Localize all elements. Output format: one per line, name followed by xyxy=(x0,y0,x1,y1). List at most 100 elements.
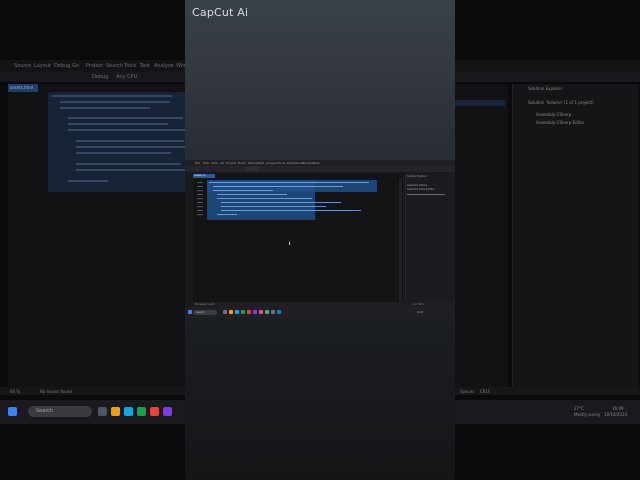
code-line xyxy=(68,123,168,125)
issues-status[interactable]: No issues found xyxy=(40,389,72,394)
menu-item[interactable]: Build xyxy=(238,161,246,165)
file-explorer-icon[interactable] xyxy=(111,407,120,416)
editor-tab[interactable]: assets.html xyxy=(8,84,38,92)
line-number xyxy=(197,182,203,183)
menu-item[interactable]: Source xyxy=(14,63,31,69)
app-icon[interactable] xyxy=(265,310,269,314)
inner-toolbar xyxy=(185,166,455,172)
menu-item[interactable]: Project xyxy=(86,63,103,69)
line-number xyxy=(197,214,203,215)
code-line xyxy=(68,180,108,182)
inner-solution-title: Solution Explorer xyxy=(407,175,427,178)
chrome-icon[interactable] xyxy=(150,407,159,416)
code-line xyxy=(52,95,172,97)
store-icon[interactable] xyxy=(137,407,146,416)
menu-item[interactable]: Edit xyxy=(203,161,209,165)
menu-item[interactable]: Help xyxy=(313,161,320,165)
menu-item[interactable]: Extensions xyxy=(287,161,303,165)
line-number xyxy=(197,210,203,211)
inner-search-placeholder: Search xyxy=(196,311,205,314)
menu-item[interactable]: Test xyxy=(258,161,264,165)
line-number xyxy=(197,206,203,207)
menu-item[interactable]: Tools xyxy=(124,63,136,69)
code-line xyxy=(217,198,312,199)
code-line xyxy=(60,101,170,103)
code-line xyxy=(221,202,341,203)
cursor-position: Ln 1 Ch 1 xyxy=(413,303,425,306)
menu-item[interactable]: Go xyxy=(72,63,79,69)
menu-item[interactable]: Debug xyxy=(54,63,70,69)
store-icon[interactable] xyxy=(241,310,245,314)
app-icon[interactable] xyxy=(271,310,275,314)
mouse-cursor xyxy=(289,242,290,245)
inner-editor-tab[interactable]: assets.cs xyxy=(193,174,215,178)
line-number xyxy=(197,198,203,199)
weather-temp[interactable]: 27°C xyxy=(574,406,584,411)
issues-status[interactable]: No issues found xyxy=(195,303,214,306)
editor-tab-label: assets.html xyxy=(10,85,34,90)
line-ending-indicator[interactable]: CRLF xyxy=(480,389,490,394)
solution-node[interactable]: Solution 'Volume' (1 of 1 project) xyxy=(528,100,594,105)
weather-desc[interactable]: Mostly sunny xyxy=(574,412,600,417)
zoom-level[interactable]: 60 % xyxy=(10,389,20,394)
menu-item[interactable]: Project xyxy=(226,161,236,165)
code-line xyxy=(76,163,181,165)
menu-item[interactable]: Search xyxy=(106,63,123,69)
task-view-icon[interactable] xyxy=(98,407,107,416)
project-node[interactable]: Assembly-CSharp-Editor xyxy=(536,120,584,125)
code-line xyxy=(76,169,188,171)
menu-item[interactable]: Tools xyxy=(278,161,285,165)
config-select[interactable]: Debug xyxy=(92,74,108,80)
code-line xyxy=(76,146,186,148)
code-line xyxy=(213,190,273,191)
taskbar-search-placeholder: Search xyxy=(36,408,54,414)
solution-explorer xyxy=(512,84,639,389)
menu-item[interactable]: Debug xyxy=(248,161,258,165)
line-number xyxy=(197,194,203,195)
platform-select[interactable]: Any CPU xyxy=(116,74,137,80)
menu-item[interactable]: Analyze xyxy=(266,161,278,165)
project-node[interactable]: Assembly-CSharp-Editor xyxy=(407,188,435,191)
visual-studio-icon[interactable] xyxy=(253,310,257,314)
code-line xyxy=(217,194,287,195)
tree-item[interactable] xyxy=(407,194,445,195)
line-number xyxy=(197,186,203,187)
spaces-indicator[interactable]: Spaces xyxy=(460,389,474,394)
file-explorer-icon[interactable] xyxy=(229,310,233,314)
app-icon[interactable] xyxy=(259,310,263,314)
inner-screen-capture: File Edit View Git Project Build Debug T… xyxy=(185,160,455,318)
code-line xyxy=(68,117,183,119)
windows-start-icon[interactable] xyxy=(188,310,192,314)
line-number xyxy=(197,190,203,191)
project-node[interactable]: Assembly-CSharp xyxy=(536,112,571,117)
code-line xyxy=(221,210,361,211)
clock-date[interactable]: 10/16/2024 xyxy=(604,412,627,417)
app-icon[interactable] xyxy=(277,310,281,314)
code-line xyxy=(68,129,186,131)
code-line xyxy=(213,186,343,187)
edge-icon[interactable] xyxy=(124,407,133,416)
solution-explorer-title: Solution Explorer xyxy=(528,86,563,91)
line-number xyxy=(197,202,203,203)
menu-item[interactable]: File xyxy=(195,161,200,165)
clock-time[interactable]: 16:09 xyxy=(612,406,624,411)
inner-editor-tab-label: assets.cs xyxy=(194,174,206,177)
code-line xyxy=(217,214,237,215)
visual-studio-icon[interactable] xyxy=(163,407,172,416)
capcut-watermark: CapCut Ai xyxy=(192,6,249,19)
menu-item[interactable]: View xyxy=(211,161,218,165)
editor-scrollbar[interactable] xyxy=(399,178,402,302)
windows-start-icon[interactable] xyxy=(8,407,17,416)
edge-icon[interactable] xyxy=(235,310,239,314)
run-button[interactable] xyxy=(245,167,259,171)
menu-item[interactable]: Layout xyxy=(34,63,51,69)
inner-clock-time[interactable]: 16:09 xyxy=(417,311,423,314)
code-line xyxy=(221,206,326,207)
menu-item[interactable]: Test xyxy=(140,63,150,69)
code-line xyxy=(76,152,171,154)
menu-item[interactable]: Analyze xyxy=(154,63,174,69)
menu-item[interactable]: Git xyxy=(220,161,224,165)
task-view-icon[interactable] xyxy=(223,310,227,314)
project-node[interactable]: Assembly-CSharp xyxy=(407,184,427,187)
chrome-icon[interactable] xyxy=(247,310,251,314)
